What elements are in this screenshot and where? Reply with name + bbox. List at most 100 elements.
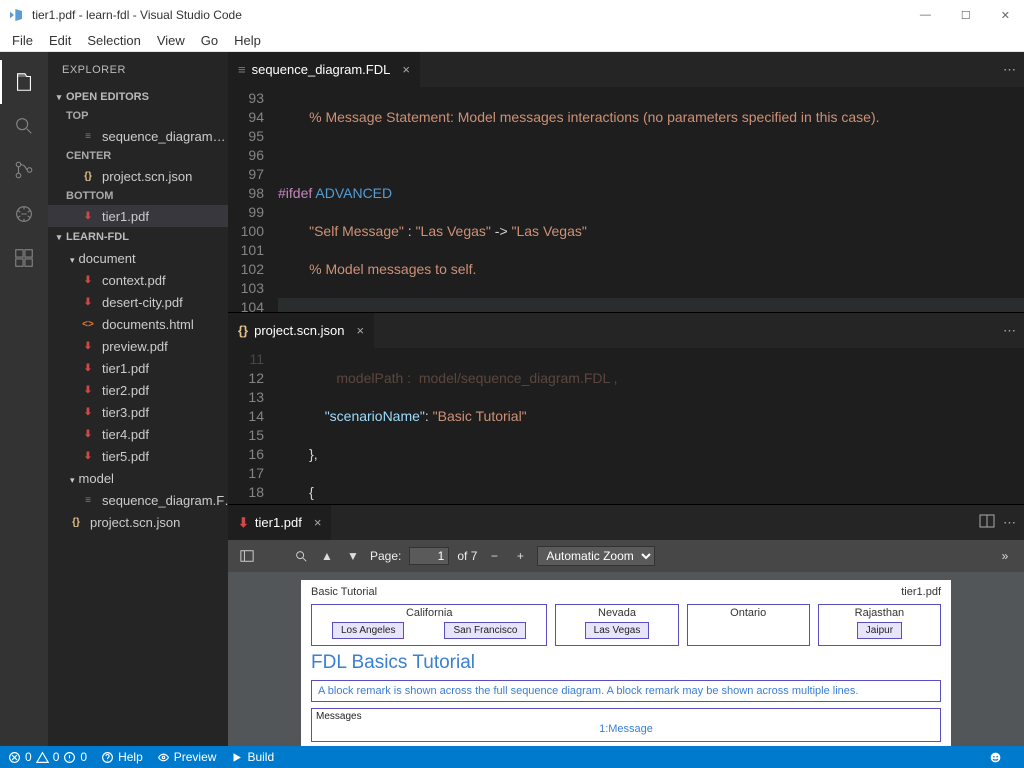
file-tier5-pdf[interactable]: ⬇tier5.pdf <box>48 445 228 467</box>
tab-project-json[interactable]: {} project.scn.json × <box>228 313 375 348</box>
menu-file[interactable]: File <box>4 31 41 50</box>
editor-body-json[interactable]: 111213141516171819 modelPath : model/seq… <box>228 348 1024 504</box>
status-help[interactable]: Help <box>101 750 143 764</box>
explorer-sidebar: EXPLORER ▾OPEN EDITORS TOP ≡sequence_dia… <box>48 52 228 746</box>
file-context-pdf[interactable]: ⬇context.pdf <box>48 269 228 291</box>
menu-edit[interactable]: Edit <box>41 31 79 50</box>
tab-label: tier1.pdf <box>255 515 302 530</box>
activity-extensions-icon[interactable] <box>0 236 48 280</box>
activity-scm-icon[interactable] <box>0 148 48 192</box>
editor-body-fdl[interactable]: 93949596979899100101102103104 % Message … <box>228 87 1024 312</box>
activity-bar <box>0 52 48 746</box>
open-editor-pdf[interactable]: ⬇tier1.pdf <box>48 205 228 227</box>
open-editor-seq[interactable]: ≡sequence_diagram… <box>48 125 228 147</box>
pdf-icon: ⬇ <box>80 426 96 442</box>
status-bar: 0 0 0 Help Preview Build <box>0 746 1024 768</box>
close-button[interactable]: ✕ <box>995 5 1016 26</box>
activity-explorer-icon[interactable] <box>0 60 48 104</box>
pdf-remark-block: A block remark is shown across the full … <box>311 680 941 702</box>
pdf-header-left: Basic Tutorial <box>311 586 377 598</box>
project-root-header[interactable]: ▾LEARN-FDL <box>48 227 228 247</box>
line-gutter: 111213141516171819 <box>228 348 278 504</box>
open-editors-header[interactable]: ▾OPEN EDITORS <box>48 87 228 107</box>
sidebar-toggle-icon[interactable] <box>238 547 256 565</box>
chevron-down-icon <box>70 471 79 486</box>
menu-view[interactable]: View <box>149 31 193 50</box>
folder-document[interactable]: document <box>48 247 228 269</box>
file-project-json[interactable]: {}project.scn.json <box>48 511 228 533</box>
menu-bar: File Edit Selection View Go Help <box>0 30 1024 52</box>
menu-selection[interactable]: Selection <box>79 31 148 50</box>
actor-jp: Jaipur <box>857 622 902 639</box>
actor-la: Los Angeles <box>332 622 405 639</box>
code-content[interactable]: modelPath : model/sequence_diagram.FDL ,… <box>278 348 1024 504</box>
tab-tier1-pdf[interactable]: ⬇ tier1.pdf × <box>228 505 332 540</box>
more-icon[interactable]: ⋯ <box>1003 515 1016 531</box>
file-preview-pdf[interactable]: ⬇preview.pdf <box>48 335 228 357</box>
next-page-icon[interactable]: ▼ <box>344 547 362 565</box>
status-feedback-icon[interactable] <box>989 751 1002 764</box>
minimize-button[interactable]: — <box>914 5 937 26</box>
chevron-down-icon <box>70 251 79 266</box>
editors-group-bottom: BOTTOM <box>48 187 228 205</box>
editors-group-top: TOP <box>48 107 228 125</box>
editor-area: ≡ sequence_diagram.FDL × ⋯ 9394959697989… <box>228 52 1024 746</box>
status-problems[interactable]: 0 0 0 <box>8 750 87 764</box>
maximize-button[interactable]: ☐ <box>955 5 977 26</box>
page-total: of 7 <box>457 549 477 563</box>
group-rajasthan: Rajasthan <box>823 607 936 619</box>
search-icon[interactable] <box>292 547 310 565</box>
activity-search-icon[interactable] <box>0 104 48 148</box>
tabs-bottom: ⬇ tier1.pdf × ⋯ <box>228 505 1024 540</box>
file-tier2-pdf[interactable]: ⬇tier2.pdf <box>48 379 228 401</box>
more-icon[interactable]: ⋯ <box>1003 62 1016 78</box>
close-icon[interactable]: × <box>402 62 410 77</box>
json-icon: {} <box>68 514 84 530</box>
open-editor-json[interactable]: {}project.scn.json <box>48 165 228 187</box>
pdf-icon: ⬇ <box>80 360 96 376</box>
pdf-icon: ⬇ <box>80 208 96 224</box>
menu-help[interactable]: Help <box>226 31 269 50</box>
explorer-title: EXPLORER <box>48 52 228 87</box>
menu-go[interactable]: Go <box>193 31 226 50</box>
editors-group-center: CENTER <box>48 147 228 165</box>
pdf-icon: ⬇ <box>80 272 96 288</box>
split-editor-icon[interactable] <box>979 513 995 532</box>
tabs-center: {} project.scn.json × ⋯ <box>228 313 1024 348</box>
json-icon: {} <box>238 323 248 338</box>
tab-seq-fdl[interactable]: ≡ sequence_diagram.FDL × <box>228 52 421 87</box>
pdf-icon: ⬇ <box>80 382 96 398</box>
pdf-icon: ⬇ <box>80 404 96 420</box>
file-lines-icon: ≡ <box>238 62 246 77</box>
folder-model[interactable]: model <box>48 467 228 489</box>
pdf-messages-block: Messages 1:Message <box>311 708 941 742</box>
status-build[interactable]: Build <box>230 750 274 764</box>
sequence-header-groups: California Los Angeles San Francisco Nev… <box>311 604 941 646</box>
pdf-page: Basic Tutorial tier1.pdf California Los … <box>301 580 951 746</box>
tab-label: project.scn.json <box>254 323 344 338</box>
actor-sf: San Francisco <box>444 622 526 639</box>
tabs-top: ≡ sequence_diagram.FDL × ⋯ <box>228 52 1024 87</box>
status-preview[interactable]: Preview <box>157 750 217 764</box>
zoom-out-icon[interactable]: − <box>485 547 503 565</box>
close-icon[interactable]: × <box>356 323 364 338</box>
tools-icon[interactable]: » <box>996 547 1014 565</box>
zoom-select[interactable]: Automatic Zoom <box>537 546 655 566</box>
page-number-input[interactable] <box>409 547 449 565</box>
activity-debug-icon[interactable] <box>0 192 48 236</box>
prev-page-icon[interactable]: ▲ <box>318 547 336 565</box>
code-content[interactable]: % Message Statement: Model messages inte… <box>278 87 1024 312</box>
file-documents-html[interactable]: <>documents.html <box>48 313 228 335</box>
actor-lv: Las Vegas <box>585 622 650 639</box>
file-tier1-pdf[interactable]: ⬇tier1.pdf <box>48 357 228 379</box>
pdf-icon: ⬇ <box>238 515 249 531</box>
pdf-viewport[interactable]: Basic Tutorial tier1.pdf California Los … <box>228 572 1024 746</box>
file-desert-pdf[interactable]: ⬇desert-city.pdf <box>48 291 228 313</box>
close-icon[interactable]: × <box>314 515 322 530</box>
zoom-in-icon[interactable]: + <box>511 547 529 565</box>
file-tier3-pdf[interactable]: ⬇tier3.pdf <box>48 401 228 423</box>
file-seq-fdl[interactable]: ≡sequence_diagram.F… <box>48 489 228 511</box>
more-icon[interactable]: ⋯ <box>1003 323 1016 339</box>
file-tier4-pdf[interactable]: ⬇tier4.pdf <box>48 423 228 445</box>
pdf-icon: ⬇ <box>80 338 96 354</box>
